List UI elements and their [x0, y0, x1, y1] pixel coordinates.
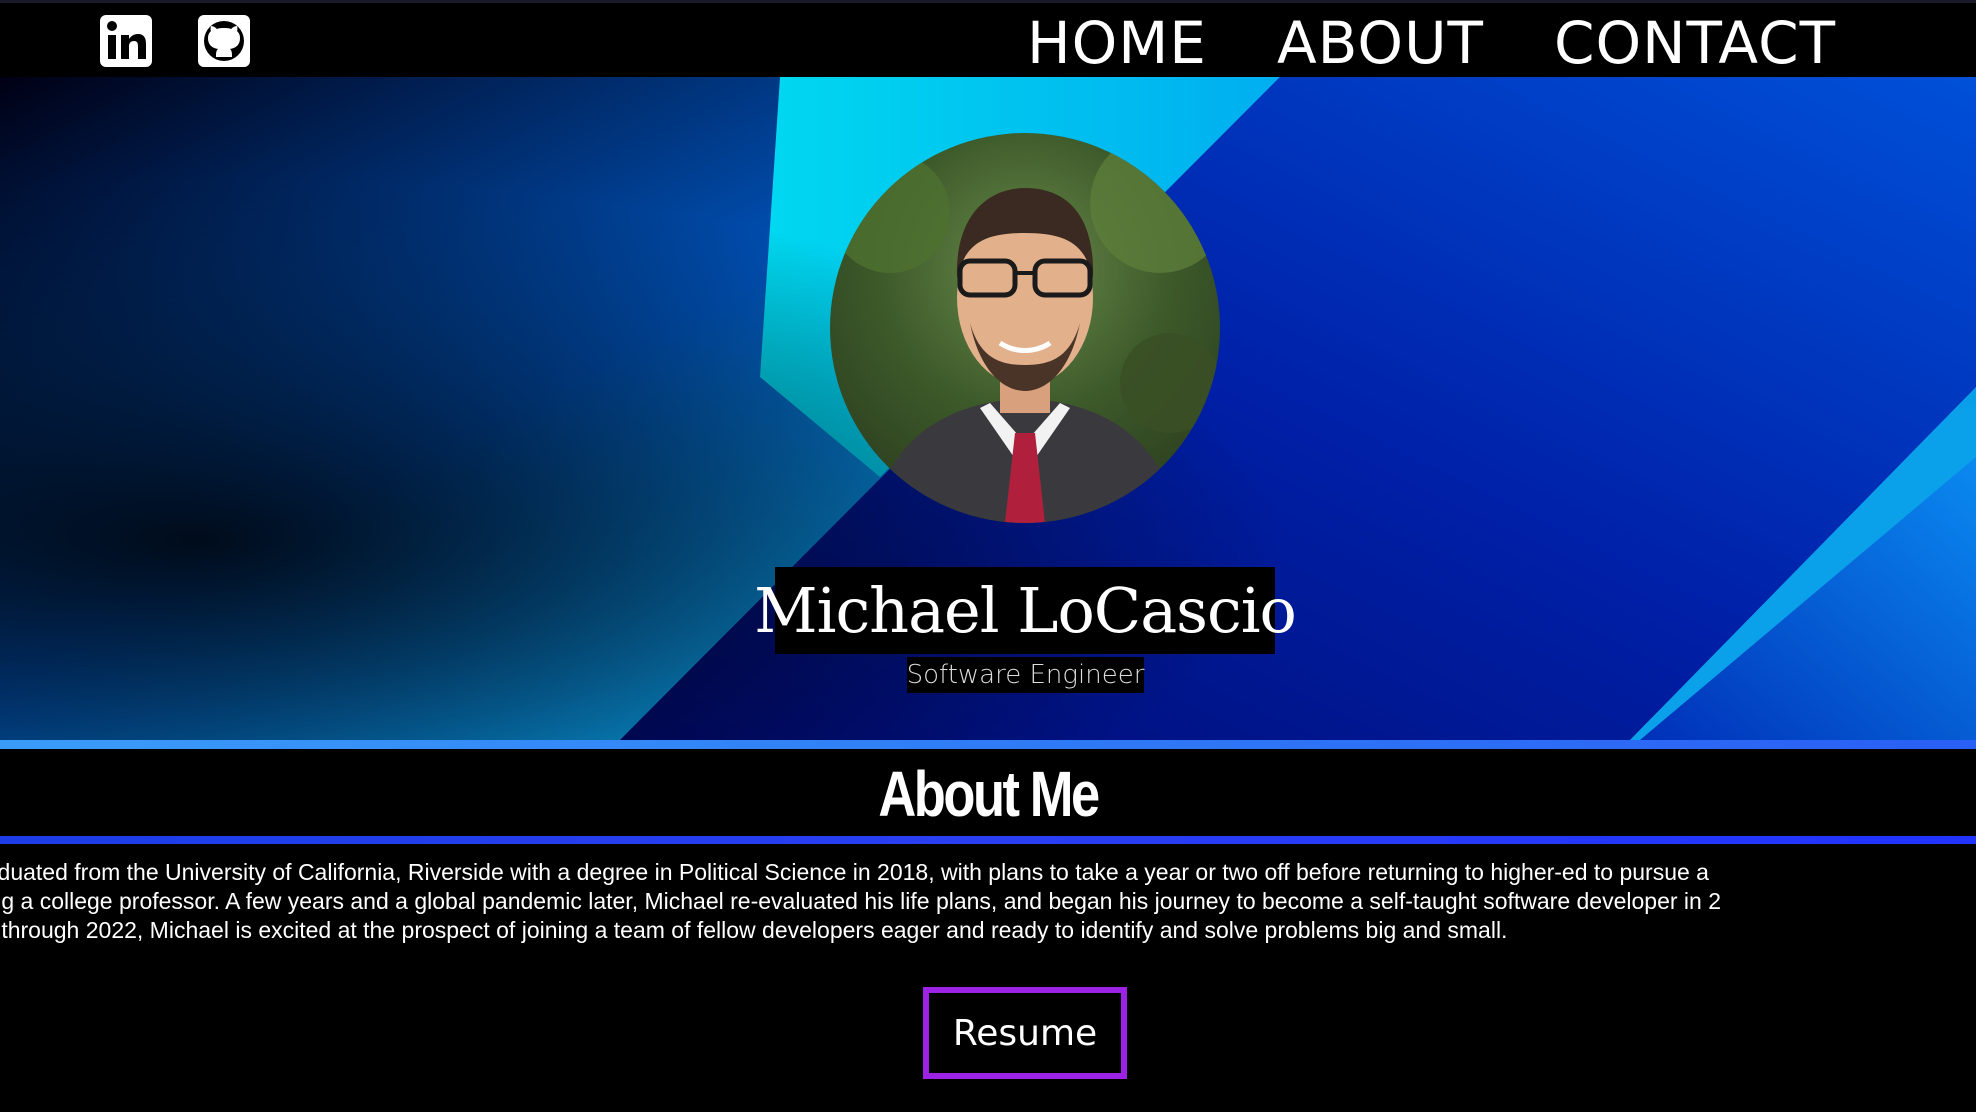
linkedin-icon: [100, 15, 152, 67]
bio-line: el graduated from the University of Cali…: [0, 859, 1709, 885]
profile-name-box: Michael LoCascio: [754, 567, 1297, 654]
profile-title: Software Engineer: [906, 660, 1145, 690]
about-bio: el graduated from the University of Cali…: [0, 858, 1976, 945]
bio-line: coming a college professor. A few years …: [0, 888, 1722, 914]
profile-title-box: Software Engineer: [907, 657, 1144, 693]
section-divider-top: [0, 740, 1976, 749]
top-navigation-bar: HOME ABOUT CONTACT: [0, 0, 1976, 77]
main-nav: HOME ABOUT CONTACT: [1027, 7, 1836, 79]
linkedin-link[interactable]: [98, 13, 154, 69]
resume-button[interactable]: Resume: [923, 987, 1127, 1079]
section-divider-bottom: [0, 836, 1976, 844]
github-link[interactable]: [196, 13, 252, 69]
profile-photo: [830, 133, 1220, 523]
nav-about[interactable]: ABOUT: [1277, 7, 1484, 79]
github-icon: [198, 15, 250, 67]
about-heading: About Me: [878, 758, 1100, 830]
nav-home[interactable]: HOME: [1027, 7, 1207, 79]
profile-portrait: [830, 133, 1220, 523]
nav-contact[interactable]: CONTACT: [1554, 7, 1836, 79]
bio-line: f-way through 2022, Michael is excited a…: [0, 917, 1508, 943]
profile-name: Michael LoCascio: [754, 574, 1297, 647]
hero-banner: Michael LoCascio Software Engineer: [0, 77, 1976, 740]
